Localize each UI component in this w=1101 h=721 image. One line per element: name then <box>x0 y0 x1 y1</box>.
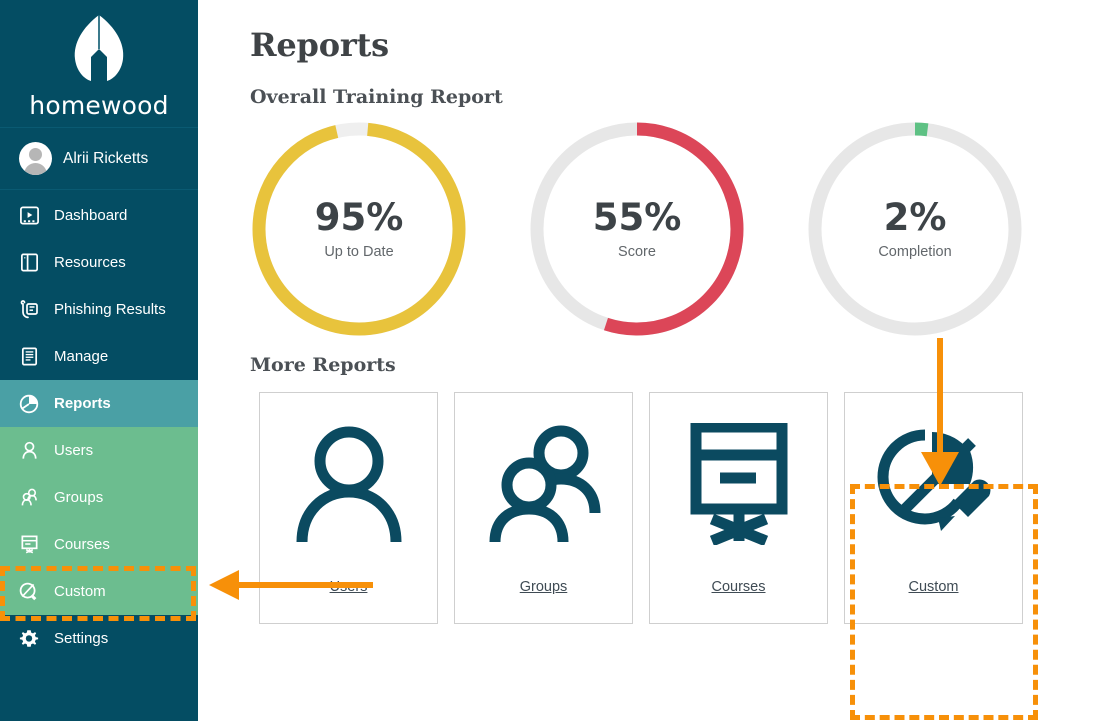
presentation-board-icon <box>680 421 798 547</box>
main-content: Reports Overall Training Report 95% Up t… <box>198 0 1101 721</box>
report-card-groups[interactable]: Groups <box>454 392 633 624</box>
report-card-label[interactable]: Groups <box>520 579 568 595</box>
sidebar-item-label: Reports <box>54 395 111 412</box>
sidebar-item-label: Settings <box>54 630 109 647</box>
sidebar-item-label: Custom <box>54 583 106 600</box>
sidebar-item-phishing-results[interactable]: Phishing Results <box>0 286 198 333</box>
homewood-leaf-house-logo <box>74 15 124 81</box>
dashboard-icon <box>17 204 41 228</box>
user-icon <box>17 439 41 463</box>
report-card-label[interactable]: Users <box>330 579 368 595</box>
sidebar-item-label: Users <box>54 442 94 459</box>
sidebar-item-label: Resources <box>54 254 126 271</box>
brand-name: homewood <box>29 91 169 120</box>
sidebar: homewood Alrii Ricketts Dashboard Resour… <box>0 0 198 721</box>
reports-pie-icon <box>17 392 41 416</box>
sidebar-item-label: Phishing Results <box>54 301 166 318</box>
report-card-courses[interactable]: Courses <box>649 392 828 624</box>
donut-chart-group: 95% Up to Date 55% Score 2% Completion <box>248 118 1101 340</box>
more-reports-heading: More Reports <box>250 354 396 376</box>
sidebar-item-manage[interactable]: Manage <box>0 333 198 380</box>
user-name: Alrii Ricketts <box>63 149 149 167</box>
donut-chart-score: 55% Score <box>526 118 748 340</box>
phishing-hook-icon <box>17 298 41 322</box>
report-card-label[interactable]: Custom <box>909 579 959 595</box>
two-people-group-icon <box>485 421 603 547</box>
sidebar-item-settings[interactable]: Settings <box>0 615 198 662</box>
sidebar-item-groups[interactable]: Groups <box>0 474 198 521</box>
manage-list-icon <box>17 345 41 369</box>
report-card-custom[interactable]: Custom <box>844 392 1023 624</box>
sidebar-item-label: Groups <box>54 489 104 506</box>
sidebar-item-users[interactable]: Users <box>0 427 198 474</box>
report-card-users[interactable]: Users <box>259 392 438 624</box>
custom-pie-pencil-icon <box>17 580 41 604</box>
sidebar-item-custom[interactable]: Custom <box>0 568 198 615</box>
overall-training-report-heading: Overall Training Report <box>250 86 503 108</box>
user-profile[interactable]: Alrii Ricketts <box>0 128 198 190</box>
gear-icon <box>17 627 41 651</box>
sidebar-nav: Dashboard Resources Phishing Results Man… <box>0 190 198 662</box>
groups-icon <box>17 486 41 510</box>
report-card-label[interactable]: Courses <box>712 579 766 595</box>
page-title: Reports <box>250 26 389 64</box>
courses-board-icon <box>17 533 41 557</box>
sidebar-item-courses[interactable]: Courses <box>0 521 198 568</box>
report-card-group: Users Groups Courses Custom <box>259 392 1101 624</box>
resources-book-icon <box>17 251 41 275</box>
donut-chart-completion: 2% Completion <box>804 118 1026 340</box>
single-user-icon <box>290 421 408 547</box>
sidebar-item-dashboard[interactable]: Dashboard <box>0 192 198 239</box>
donut-chart-up-to-date: 95% Up to Date <box>248 118 470 340</box>
brand-block[interactable]: homewood <box>0 0 198 128</box>
sidebar-item-label: Manage <box>54 348 109 365</box>
sidebar-item-reports[interactable]: Reports <box>0 380 198 427</box>
sidebar-item-label: Courses <box>54 536 110 553</box>
sidebar-item-resources[interactable]: Resources <box>0 239 198 286</box>
user-avatar-icon <box>19 142 52 175</box>
sidebar-item-label: Dashboard <box>54 207 128 224</box>
app-root: homewood Alrii Ricketts Dashboard Resour… <box>0 0 1101 721</box>
pie-chart-pencil-icon <box>875 421 993 547</box>
